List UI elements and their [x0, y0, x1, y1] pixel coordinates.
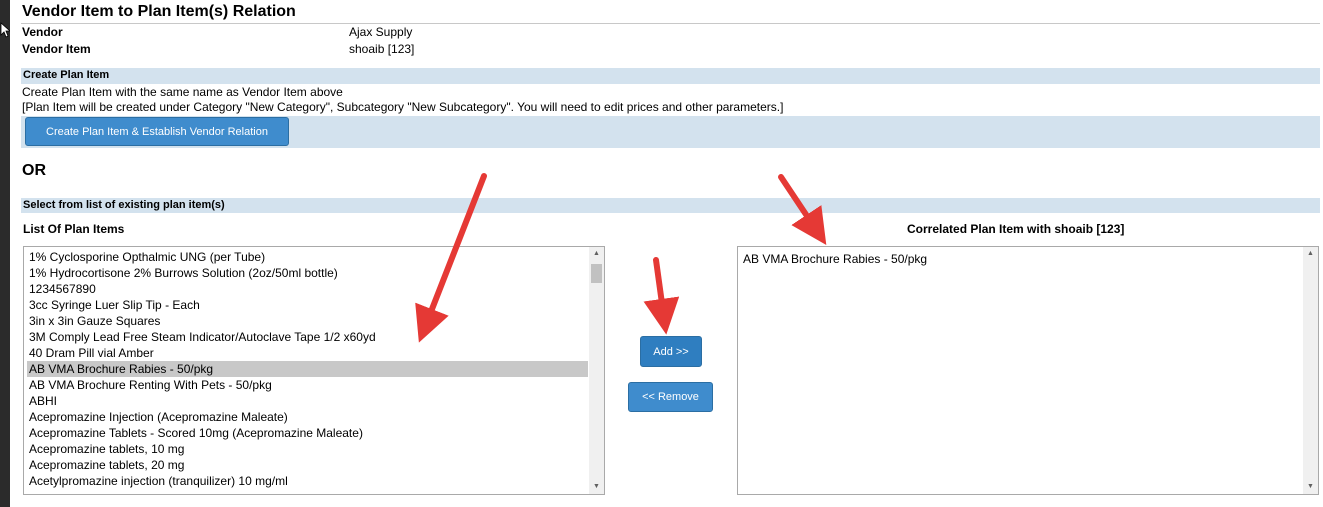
vendor-item-value: shoaib [123]	[349, 42, 415, 56]
plan-items-scrollbar[interactable]: ▲ ▼	[589, 247, 604, 494]
plan-item-option[interactable]: Acepromazine tablets, 10 mg	[27, 441, 588, 457]
add-button[interactable]: Add >>	[640, 336, 702, 367]
vendor-item-label: Vendor Item	[22, 42, 91, 56]
plan-item-option[interactable]: Acepromazine Tablets - Scored 10mg (Acep…	[27, 425, 588, 441]
correlated-items-scrollbar[interactable]: ▲ ▼	[1303, 247, 1318, 494]
create-plan-item-heading: Create Plan Item	[23, 69, 110, 81]
scroll-up-icon[interactable]: ▲	[589, 247, 604, 261]
vendor-label: Vendor	[22, 25, 63, 39]
plan-item-option[interactable]: Acepromazine Injection (Acepromazine Mal…	[27, 409, 588, 425]
or-separator: OR	[22, 162, 46, 179]
create-plan-item-band: Create Plan Item	[21, 68, 1320, 84]
plan-item-option[interactable]: Acepromazine tablets, 20 mg	[27, 457, 588, 473]
correlated-items-list[interactable]: AB VMA Brochure Rabies - 50/pkg	[741, 251, 1302, 267]
plan-item-option[interactable]: 1234567890	[27, 281, 588, 297]
plan-item-option[interactable]: Acetylpromazine injection (tranquilizer)…	[27, 473, 588, 489]
plan-item-option[interactable]: 3M Comply Lead Free Steam Indicator/Auto…	[27, 329, 588, 345]
vendor-value: Ajax Supply	[349, 25, 413, 39]
plan-item-option[interactable]: AB VMA Brochure Rabies - 50/pkg	[27, 361, 588, 377]
window-edge	[0, 0, 10, 507]
select-existing-band: Select from list of existing plan item(s…	[21, 198, 1320, 213]
correlated-item-option[interactable]: AB VMA Brochure Rabies - 50/pkg	[741, 251, 1302, 267]
create-note: [Plan Item will be created under Categor…	[22, 100, 784, 114]
correlated-items-listbox[interactable]: AB VMA Brochure Rabies - 50/pkg ▲ ▼	[737, 246, 1319, 495]
create-plan-item-button[interactable]: Create Plan Item & Establish Vendor Rela…	[25, 117, 289, 146]
title-divider	[21, 23, 1320, 24]
select-existing-heading: Select from list of existing plan item(s…	[23, 199, 225, 211]
plan-items-list[interactable]: 1% Cyclosporine Opthalmic UNG (per Tube)…	[27, 249, 588, 489]
scroll-down-icon[interactable]: ▼	[1303, 480, 1318, 494]
plan-item-option[interactable]: 1% Hydrocortisone 2% Burrows Solution (2…	[27, 265, 588, 281]
plan-items-listbox[interactable]: 1% Cyclosporine Opthalmic UNG (per Tube)…	[23, 246, 605, 495]
plan-item-option[interactable]: 40 Dram Pill vial Amber	[27, 345, 588, 361]
remove-button[interactable]: << Remove	[628, 382, 713, 412]
correlated-items-heading: Correlated Plan Item with shoaib [123]	[907, 222, 1125, 236]
scroll-up-icon[interactable]: ▲	[1303, 247, 1318, 261]
plan-item-option[interactable]: 3cc Syringe Luer Slip Tip - Each	[27, 297, 588, 313]
plan-item-option[interactable]: 1% Cyclosporine Opthalmic UNG (per Tube)	[27, 249, 588, 265]
plan-item-option[interactable]: AB VMA Brochure Renting With Pets - 50/p…	[27, 377, 588, 393]
plan-item-option[interactable]: ABHI	[27, 393, 588, 409]
relation-page: Vendor Item to Plan Item(s) Relation Ven…	[21, 0, 1320, 507]
page-title: Vendor Item to Plan Item(s) Relation	[22, 3, 296, 20]
plan-items-list-heading: List Of Plan Items	[23, 222, 125, 236]
create-description: Create Plan Item with the same name as V…	[22, 85, 343, 99]
mouse-cursor-icon	[0, 22, 10, 38]
plan-item-option[interactable]: 3in x 3in Gauze Squares	[27, 313, 588, 329]
scrollbar-thumb[interactable]	[591, 264, 602, 283]
scroll-down-icon[interactable]: ▼	[589, 480, 604, 494]
